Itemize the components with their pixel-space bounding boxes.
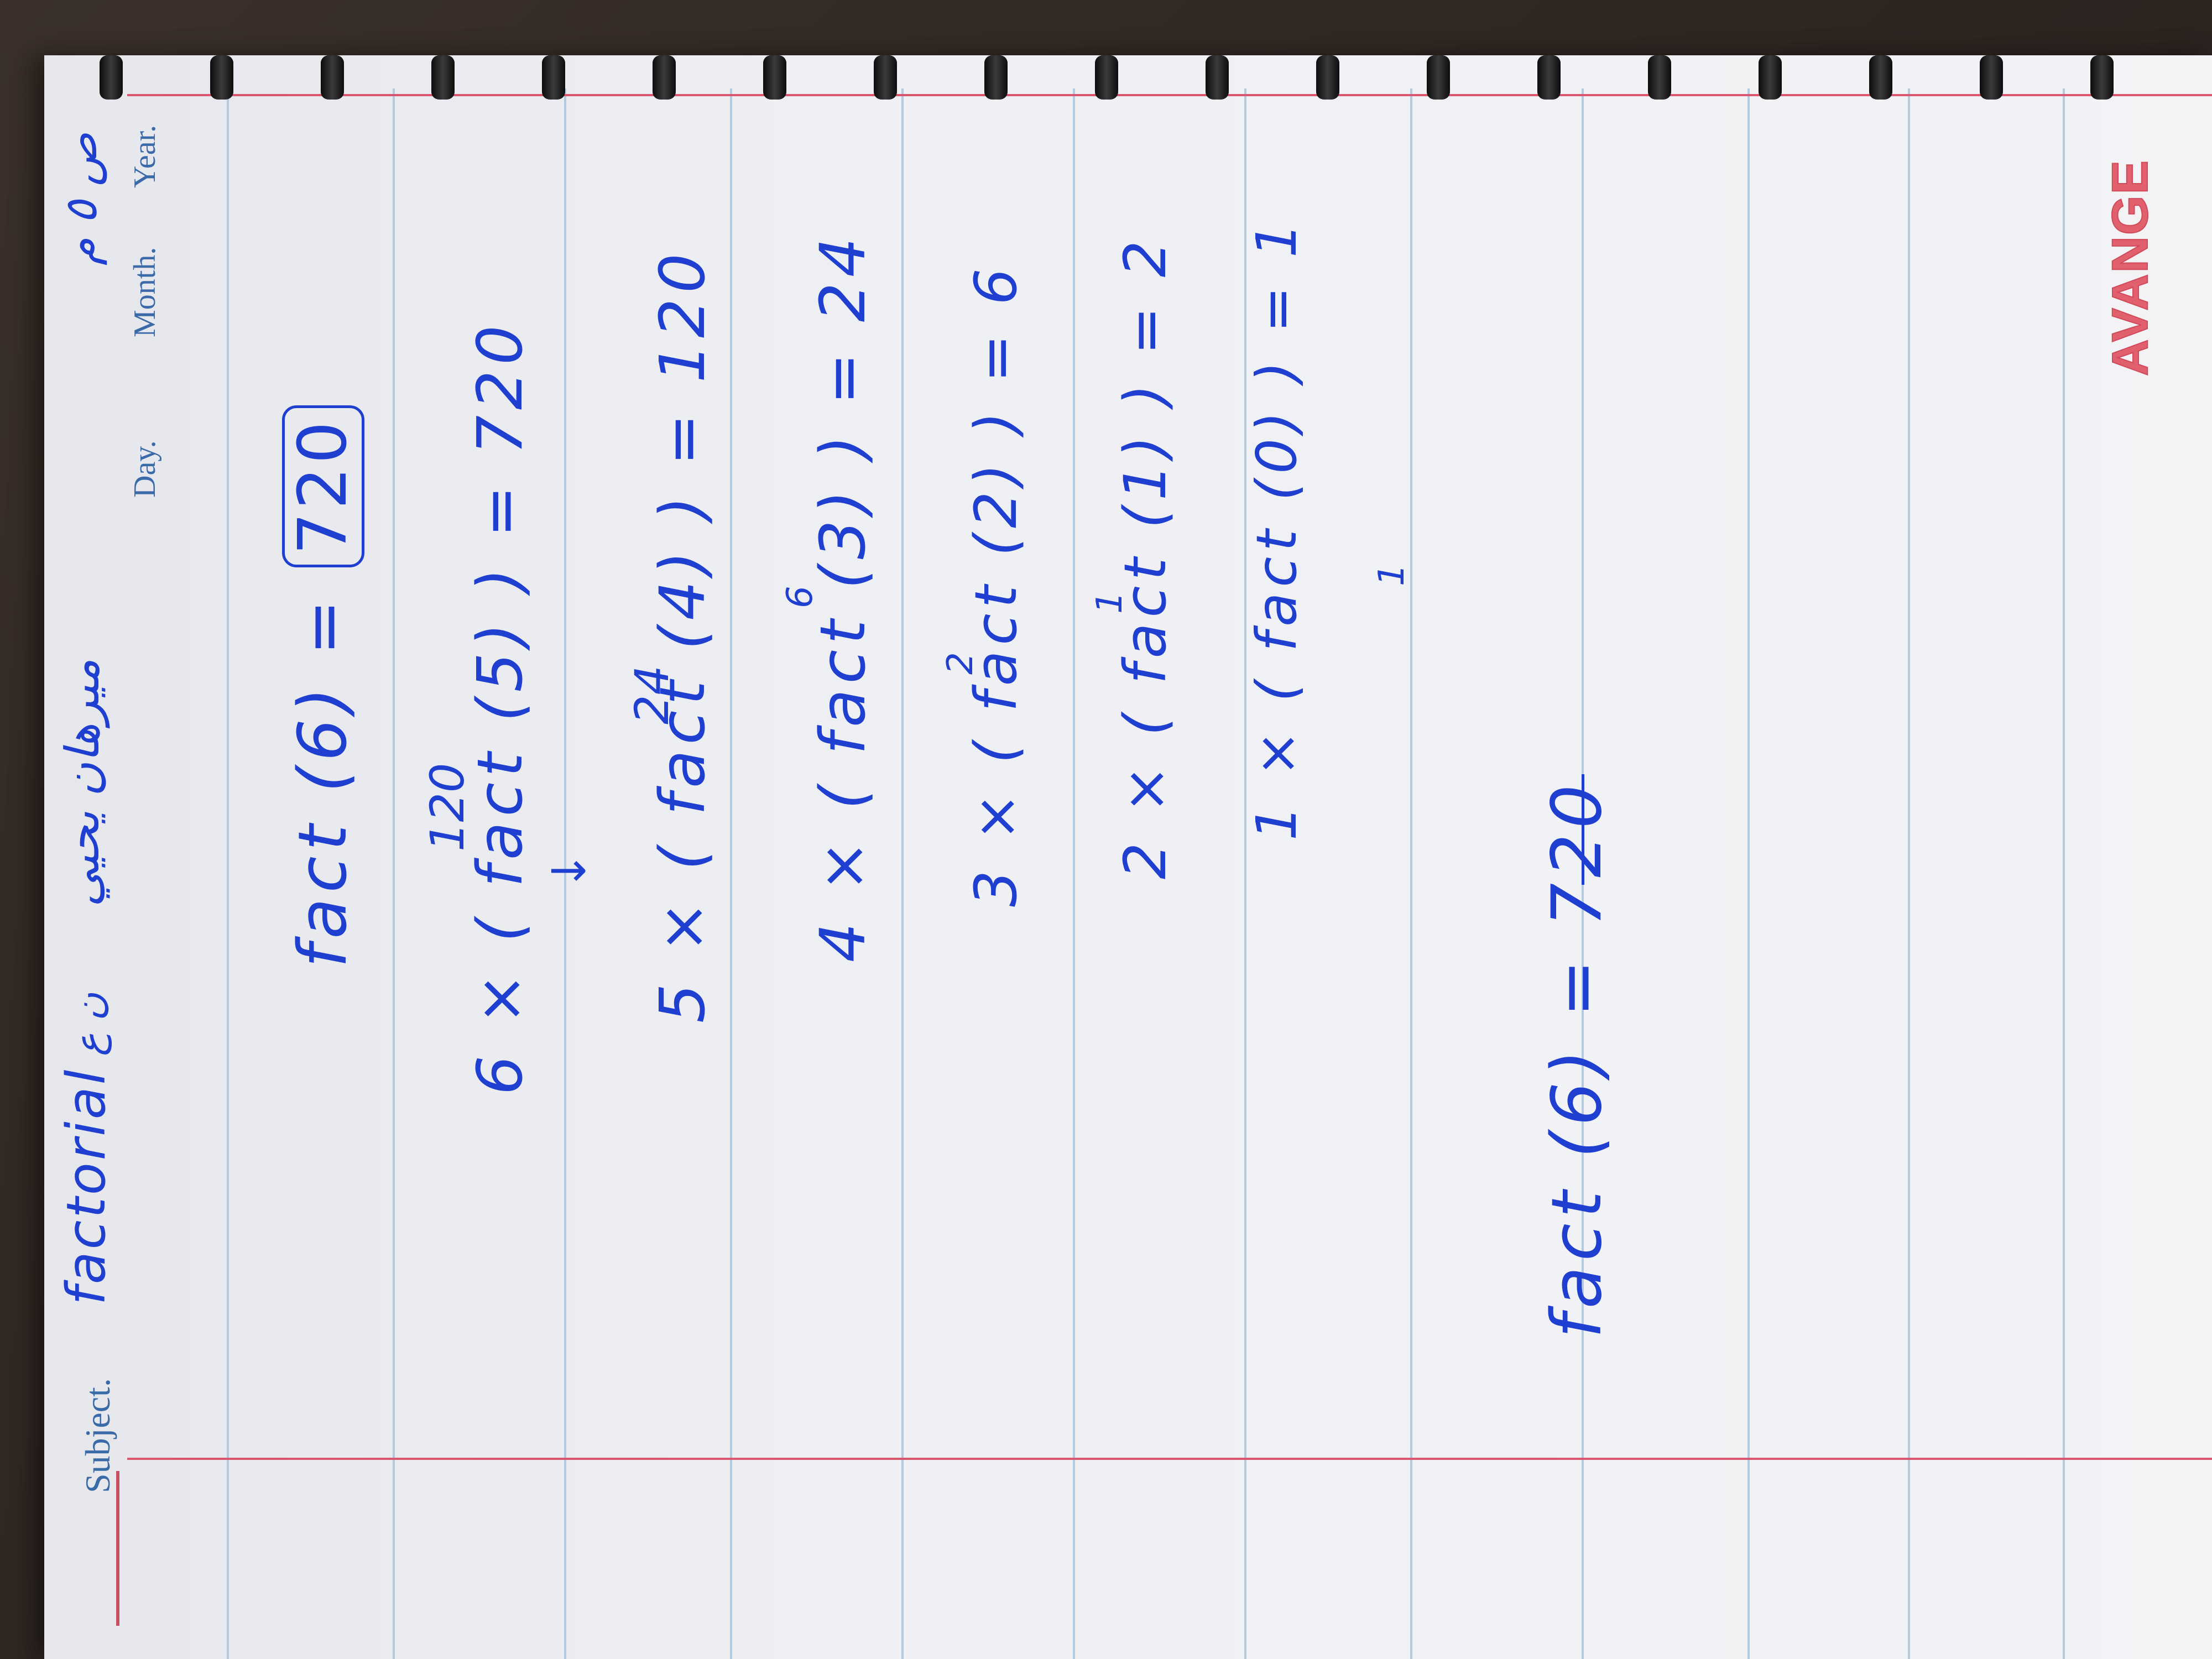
subject-value: factorial [55, 1067, 117, 1305]
work-line-3: 5 × ( fact (4) ) = 120 [647, 248, 719, 1023]
photo-stage: Subject. Day. Month. Year. factorial ن ع… [0, 0, 2212, 1659]
work-line-1: fact (6) = 720 [282, 405, 364, 968]
spiral-ring [1869, 55, 1892, 100]
work-line-4: 4 × ( fact (3) ) = 24 [807, 232, 879, 962]
ruled-line [2063, 88, 2065, 1659]
spiral-ring [1427, 55, 1450, 100]
spiral-ring [542, 55, 565, 100]
ruled-line [227, 88, 229, 1659]
spiral-ring [653, 55, 676, 100]
spiral-ring [1206, 55, 1229, 100]
work-line-7: 1 × ( fact (0) ) = 1 [1244, 217, 1309, 841]
spiral-ring [100, 55, 123, 100]
work-line-5: 3 × ( fact (2) ) = 6 [962, 263, 1030, 907]
spiral-ring [1648, 55, 1671, 100]
work-line-6: 2 × ( fact (1) ) = 2 [1112, 235, 1179, 879]
final-underline [1582, 774, 1584, 885]
work-line-2: 6 × ( fact (5) ) = 720 [465, 320, 536, 1095]
spiral-ring [431, 55, 455, 100]
arrow-down-icon: ↓ [542, 851, 596, 890]
spiral-ring [874, 55, 897, 100]
ruled-line [1410, 88, 1412, 1659]
spiral-ring [984, 55, 1008, 100]
spiral-ring [1759, 55, 1782, 100]
note-1b: 1 [1371, 564, 1412, 586]
notebook-page: Subject. Day. Month. Year. factorial ن ع… [44, 55, 2212, 1659]
ruled-line [1747, 88, 1750, 1659]
day-label: Day. [128, 440, 162, 498]
brand-logo: AVANGE [2101, 159, 2159, 377]
boxed-result: 720 [282, 405, 364, 568]
spiral-ring [2090, 55, 2114, 100]
work-line-1-text: fact (6) = [285, 594, 362, 968]
subject-underline [116, 1471, 119, 1626]
spiral-ring [1537, 55, 1561, 100]
month-label: Month. [128, 247, 162, 337]
final-answer: fact (6) = 720 [1537, 779, 1617, 1338]
corner-mark: ص ٥ م [55, 132, 107, 265]
ruled-line [730, 88, 732, 1659]
year-label: Year. [128, 124, 162, 188]
ruled-line [901, 88, 904, 1659]
ruled-line [1908, 88, 1910, 1659]
author-name: ميرهان يحيي [55, 659, 109, 907]
spiral-ring [1316, 55, 1339, 100]
subject-label: Subject. [78, 1378, 117, 1493]
ruled-line [393, 88, 395, 1659]
spiral-ring [1095, 55, 1118, 100]
spiral-ring [763, 55, 786, 100]
spiral-ring [210, 55, 233, 100]
ruled-line [1073, 88, 1075, 1659]
margin-line [127, 1458, 2212, 1460]
spiral-ring [1980, 55, 2003, 100]
arabic-mark: ن ع [66, 992, 112, 1056]
spiral-ring [321, 55, 344, 100]
